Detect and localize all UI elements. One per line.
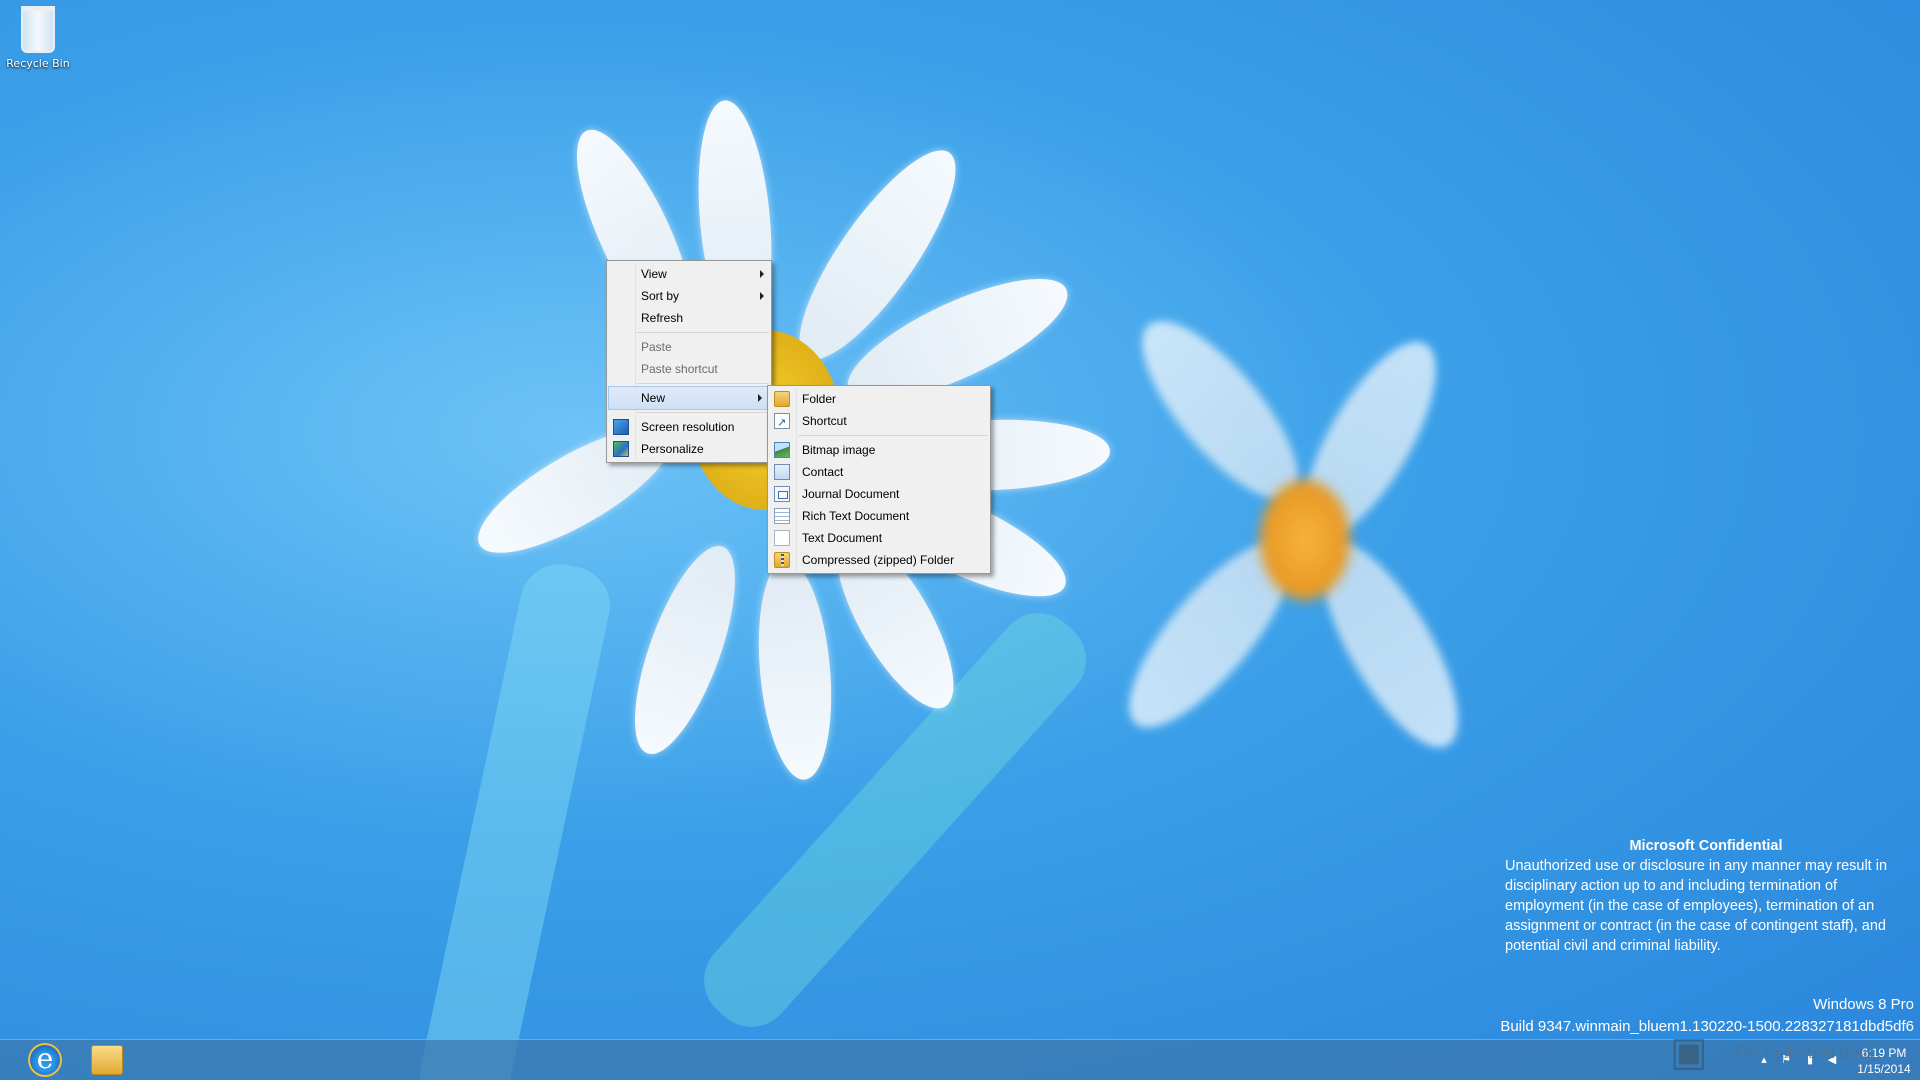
confidential-watermark: Microsoft Confidential Unauthorized use … <box>1505 836 1907 956</box>
wallpaper-petal <box>750 557 840 783</box>
new-item-text-document[interactable]: Text Document <box>768 527 990 549</box>
menu-item-label: Personalize <box>641 442 704 456</box>
wallpaper-stem <box>412 556 618 1080</box>
menu-item-label: Refresh <box>641 311 684 325</box>
menu-item-paste: Paste <box>607 336 771 358</box>
menu-item-label: Compressed (zipped) Folder <box>802 553 955 567</box>
wallpaper-flower-center <box>1260 480 1350 600</box>
overlay-brand: The Collection Book <box>1733 1043 1876 1062</box>
new-item-journal-document[interactable]: Journal Document <box>768 483 990 505</box>
menu-item-label: Sort by <box>641 289 680 303</box>
menu-item-label: Folder <box>802 392 837 406</box>
bitmap-image-icon <box>774 442 790 458</box>
menu-item-label: Shortcut <box>802 414 847 428</box>
shortcut-icon <box>774 412 790 434</box>
text-document-icon <box>774 530 790 546</box>
watermark-body: Unauthorized use or disclosure in any ma… <box>1505 858 1888 954</box>
menu-item-label: View <box>641 267 667 281</box>
menu-item-label: New <box>641 391 666 405</box>
submenu-arrow-icon <box>760 270 764 278</box>
menu-item-label: Text Document <box>802 531 883 545</box>
desktop-icon-label: Recycle Bin <box>6 57 70 70</box>
menu-separator <box>637 412 769 413</box>
menu-separator <box>637 383 769 384</box>
menu-separator <box>637 332 769 333</box>
menu-item-label: Bitmap image <box>802 443 876 457</box>
desktop-context-menu: View Sort by Refresh Paste Paste shortcu… <box>606 260 772 463</box>
menu-item-label: Paste shortcut <box>641 362 718 376</box>
folder-icon <box>774 391 790 407</box>
menu-item-label: Rich Text Document <box>802 509 910 523</box>
zipped-folder-icon <box>774 552 790 568</box>
internet-explorer-icon[interactable]: e <box>28 1043 62 1077</box>
menu-item-screen-resolution[interactable]: Screen resolution <box>607 416 771 438</box>
personalize-icon <box>613 441 629 457</box>
taskbar: e ▴ ⚑ ▮ ◀ 6:19 PM 1/15/2014 <box>0 1039 1920 1080</box>
submenu-arrow-icon <box>760 292 764 300</box>
recycle-bin-icon <box>21 6 55 53</box>
new-item-rich-text-document[interactable]: Rich Text Document <box>768 505 990 527</box>
journal-document-icon <box>774 486 790 502</box>
menu-item-label: Journal Document <box>802 487 900 501</box>
watermark-title: Microsoft Confidential <box>1629 838 1783 854</box>
submenu-arrow-icon <box>758 394 762 402</box>
wallpaper-petal <box>614 534 756 766</box>
screen-resolution-icon <box>613 419 629 435</box>
menu-item-paste-shortcut: Paste shortcut <box>607 358 771 380</box>
menu-item-label: Paste <box>641 340 672 354</box>
new-item-folder[interactable]: Folder <box>768 388 990 410</box>
desktop-icon-recycle-bin[interactable]: Recycle Bin <box>6 6 70 70</box>
menu-item-refresh[interactable]: Refresh <box>607 307 771 329</box>
contact-icon <box>774 464 790 480</box>
menu-separator <box>798 435 988 436</box>
menu-item-sort-by[interactable]: Sort by <box>607 285 771 307</box>
new-item-contact[interactable]: Contact <box>768 461 990 483</box>
new-item-compressed-folder[interactable]: Compressed (zipped) Folder <box>768 549 990 571</box>
menu-item-label: Contact <box>802 465 844 479</box>
clock-date: 1/15/2014 <box>1857 1062 1911 1076</box>
new-item-shortcut[interactable]: Shortcut <box>768 410 990 434</box>
rich-text-document-icon <box>774 508 790 524</box>
menu-item-personalize[interactable]: Personalize <box>607 438 771 460</box>
windows-edition: Windows 8 Pro <box>1813 996 1914 1013</box>
menu-item-new[interactable]: New <box>608 386 770 410</box>
book-logo-icon: ▣ <box>1670 1029 1708 1075</box>
file-explorer-icon[interactable] <box>91 1045 123 1075</box>
menu-item-label: Screen resolution <box>641 420 735 434</box>
menu-item-view[interactable]: View <box>607 263 771 285</box>
new-item-bitmap-image[interactable]: Bitmap image <box>768 439 990 461</box>
new-submenu: Folder Shortcut Bitmap image Contact Jou… <box>767 385 991 574</box>
